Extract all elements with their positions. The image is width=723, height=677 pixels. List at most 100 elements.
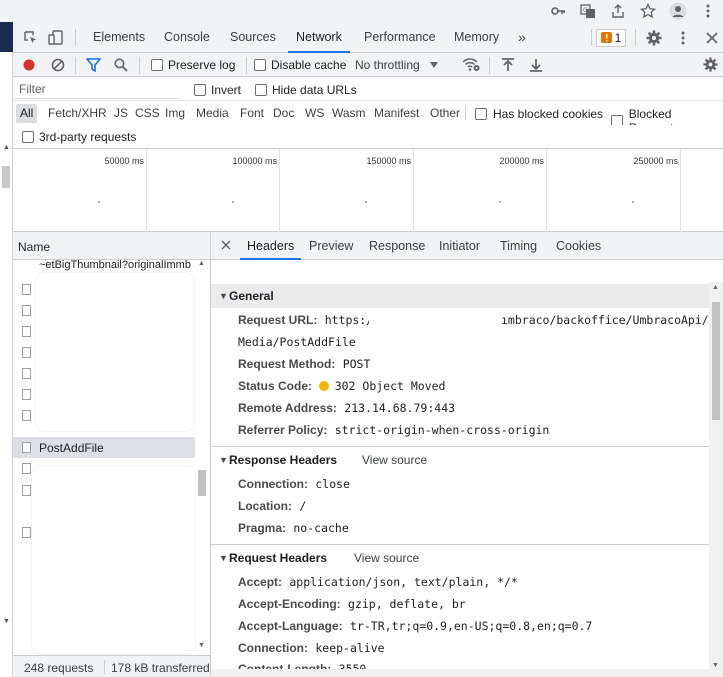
key-icon[interactable]: [543, 0, 573, 22]
checkbox[interactable]: [22, 131, 34, 143]
type-filter-manifest[interactable]: Manifest: [370, 104, 423, 123]
timeline-marker: [365, 201, 367, 203]
tab-sources[interactable]: Sources: [230, 22, 276, 53]
translate-icon[interactable]: G: [573, 0, 603, 22]
type-filter-wasm[interactable]: Wasm: [328, 104, 370, 123]
network-summary-bar: 248 requests 178 kB transferred: [13, 655, 211, 677]
grid-line: [546, 149, 547, 232]
page-viewport-edge: ▲ ▼: [0, 22, 13, 677]
device-toolbar-icon[interactable]: [45, 22, 67, 53]
type-filter-media[interactable]: Media: [192, 104, 233, 123]
close-devtools-icon[interactable]: [701, 22, 723, 53]
table-row-selected[interactable]: PostAddFile: [13, 437, 195, 458]
header-key: Connection:: [238, 641, 308, 655]
status-indicator-icon: [319, 381, 330, 391]
header-key: Remote Address:: [238, 401, 337, 415]
type-filter-fetch-xhr[interactable]: Fetch/XHR: [44, 104, 111, 123]
scroll-up-arrow[interactable]: ▲: [198, 260, 205, 267]
general-section-header[interactable]: ▼ General: [211, 284, 709, 308]
page-scrollbar-thumb[interactable]: [2, 166, 10, 188]
type-filter-doc[interactable]: Doc: [269, 104, 298, 123]
checkbox[interactable]: [254, 59, 266, 71]
type-filter-js[interactable]: JS: [110, 104, 132, 123]
tab-response[interactable]: Response: [369, 232, 425, 260]
profile-icon[interactable]: [663, 0, 693, 22]
tab-console[interactable]: Console: [164, 22, 210, 53]
devtools-menu-icon[interactable]: [673, 22, 693, 53]
type-filter-img[interactable]: Img: [161, 104, 189, 123]
scroll-up-arrow[interactable]: ▲: [712, 284, 719, 291]
request-headers-section-header[interactable]: ▼ Request Headers View source: [211, 546, 709, 570]
settings-gear-icon[interactable]: [643, 22, 665, 53]
network-overview-timeline[interactable]: 50000 ms 100000 ms 150000 ms 200000 ms 2…: [13, 149, 723, 232]
tab-elements[interactable]: Elements: [93, 22, 145, 53]
network-settings-gear-icon[interactable]: [703, 57, 718, 72]
import-har-icon[interactable]: [502, 58, 514, 72]
type-filter-font[interactable]: Font: [236, 104, 268, 123]
preserve-log-checkbox[interactable]: Preserve log: [151, 58, 235, 72]
disable-cache-checkbox[interactable]: Disable cache: [254, 58, 346, 72]
inspect-element-icon[interactable]: [19, 22, 41, 53]
menu-icon[interactable]: [693, 0, 723, 22]
close-details-icon[interactable]: [221, 240, 231, 250]
filter-funnel-icon[interactable]: [86, 58, 101, 72]
tab-initiator[interactable]: Initiator: [439, 232, 480, 260]
view-source-link[interactable]: View source: [354, 551, 419, 565]
details-horizontal-scrollbar[interactable]: [211, 669, 709, 677]
redacted-area: [35, 272, 195, 432]
export-har-icon[interactable]: [530, 58, 542, 72]
header-value: https:/: [324, 313, 374, 327]
file-icon: [22, 485, 31, 496]
tab-network[interactable]: Network: [288, 22, 350, 53]
tab-memory[interactable]: Memory: [454, 22, 499, 53]
scroll-up-arrow[interactable]: ▲: [3, 144, 10, 151]
invert-checkbox[interactable]: Invert: [194, 83, 241, 97]
grid-line: [279, 149, 280, 232]
scrollbar-thumb[interactable]: [712, 302, 720, 420]
share-icon[interactable]: [603, 0, 633, 22]
scroll-down-arrow[interactable]: ▼: [3, 618, 10, 625]
type-filter-other[interactable]: Other: [426, 104, 464, 123]
divider: [211, 544, 709, 545]
type-filter-ws[interactable]: WS: [301, 104, 328, 123]
svg-text:G: G: [583, 7, 588, 14]
tab-headers[interactable]: Headers: [240, 232, 302, 260]
checkbox[interactable]: [151, 59, 163, 71]
details-scrollbar[interactable]: ▲ ▼: [709, 282, 723, 677]
request-list-scrollbar[interactable]: ▲ ▼: [196, 260, 208, 655]
checkbox[interactable]: [194, 84, 206, 96]
timeline-tick-label: 250000 ms: [633, 156, 678, 166]
checkbox[interactable]: [475, 108, 487, 120]
checkbox[interactable]: [255, 84, 267, 96]
tab-performance[interactable]: Performance: [364, 22, 436, 53]
response-headers-section-header[interactable]: ▼ Response Headers View source: [211, 448, 709, 472]
throttling-select[interactable]: No throttling: [355, 58, 438, 72]
requests-count: 248 requests: [24, 661, 94, 675]
issues-badge[interactable]: 1: [595, 22, 627, 53]
network-conditions-icon[interactable]: [462, 57, 480, 72]
scrollbar-thumb[interactable]: [198, 470, 206, 496]
clear-icon[interactable]: [51, 58, 65, 72]
search-icon[interactable]: [114, 58, 128, 72]
more-tabs-button[interactable]: »: [518, 22, 526, 53]
filter-input[interactable]: [15, 80, 180, 99]
tab-cookies[interactable]: Cookies: [556, 232, 601, 260]
scroll-down-arrow[interactable]: ▼: [198, 642, 205, 649]
has-blocked-cookies-checkbox[interactable]: Has blocked cookies: [475, 107, 603, 121]
header-key: Accept:: [238, 575, 283, 589]
request-list-header[interactable]: Name: [13, 232, 210, 260]
preserve-log-label: Preserve log: [168, 58, 236, 72]
type-filter-css[interactable]: CSS: [131, 104, 164, 123]
request-url-continuation: Media/PostAddFile: [238, 335, 356, 355]
type-filter-all[interactable]: All: [16, 104, 38, 123]
tab-preview[interactable]: Preview: [309, 232, 353, 260]
star-icon[interactable]: [633, 0, 663, 22]
hide-data-urls-checkbox[interactable]: Hide data URLs: [255, 83, 357, 97]
view-source-link[interactable]: View source: [362, 453, 427, 467]
third-party-requests-label: 3rd-party requests: [39, 130, 137, 144]
tab-timing[interactable]: Timing: [500, 232, 537, 260]
third-party-requests-checkbox[interactable]: 3rd-party requests: [22, 130, 136, 144]
scroll-down-arrow[interactable]: ▼: [712, 662, 719, 669]
grid-line: [146, 149, 147, 232]
record-button[interactable]: [23, 59, 35, 71]
